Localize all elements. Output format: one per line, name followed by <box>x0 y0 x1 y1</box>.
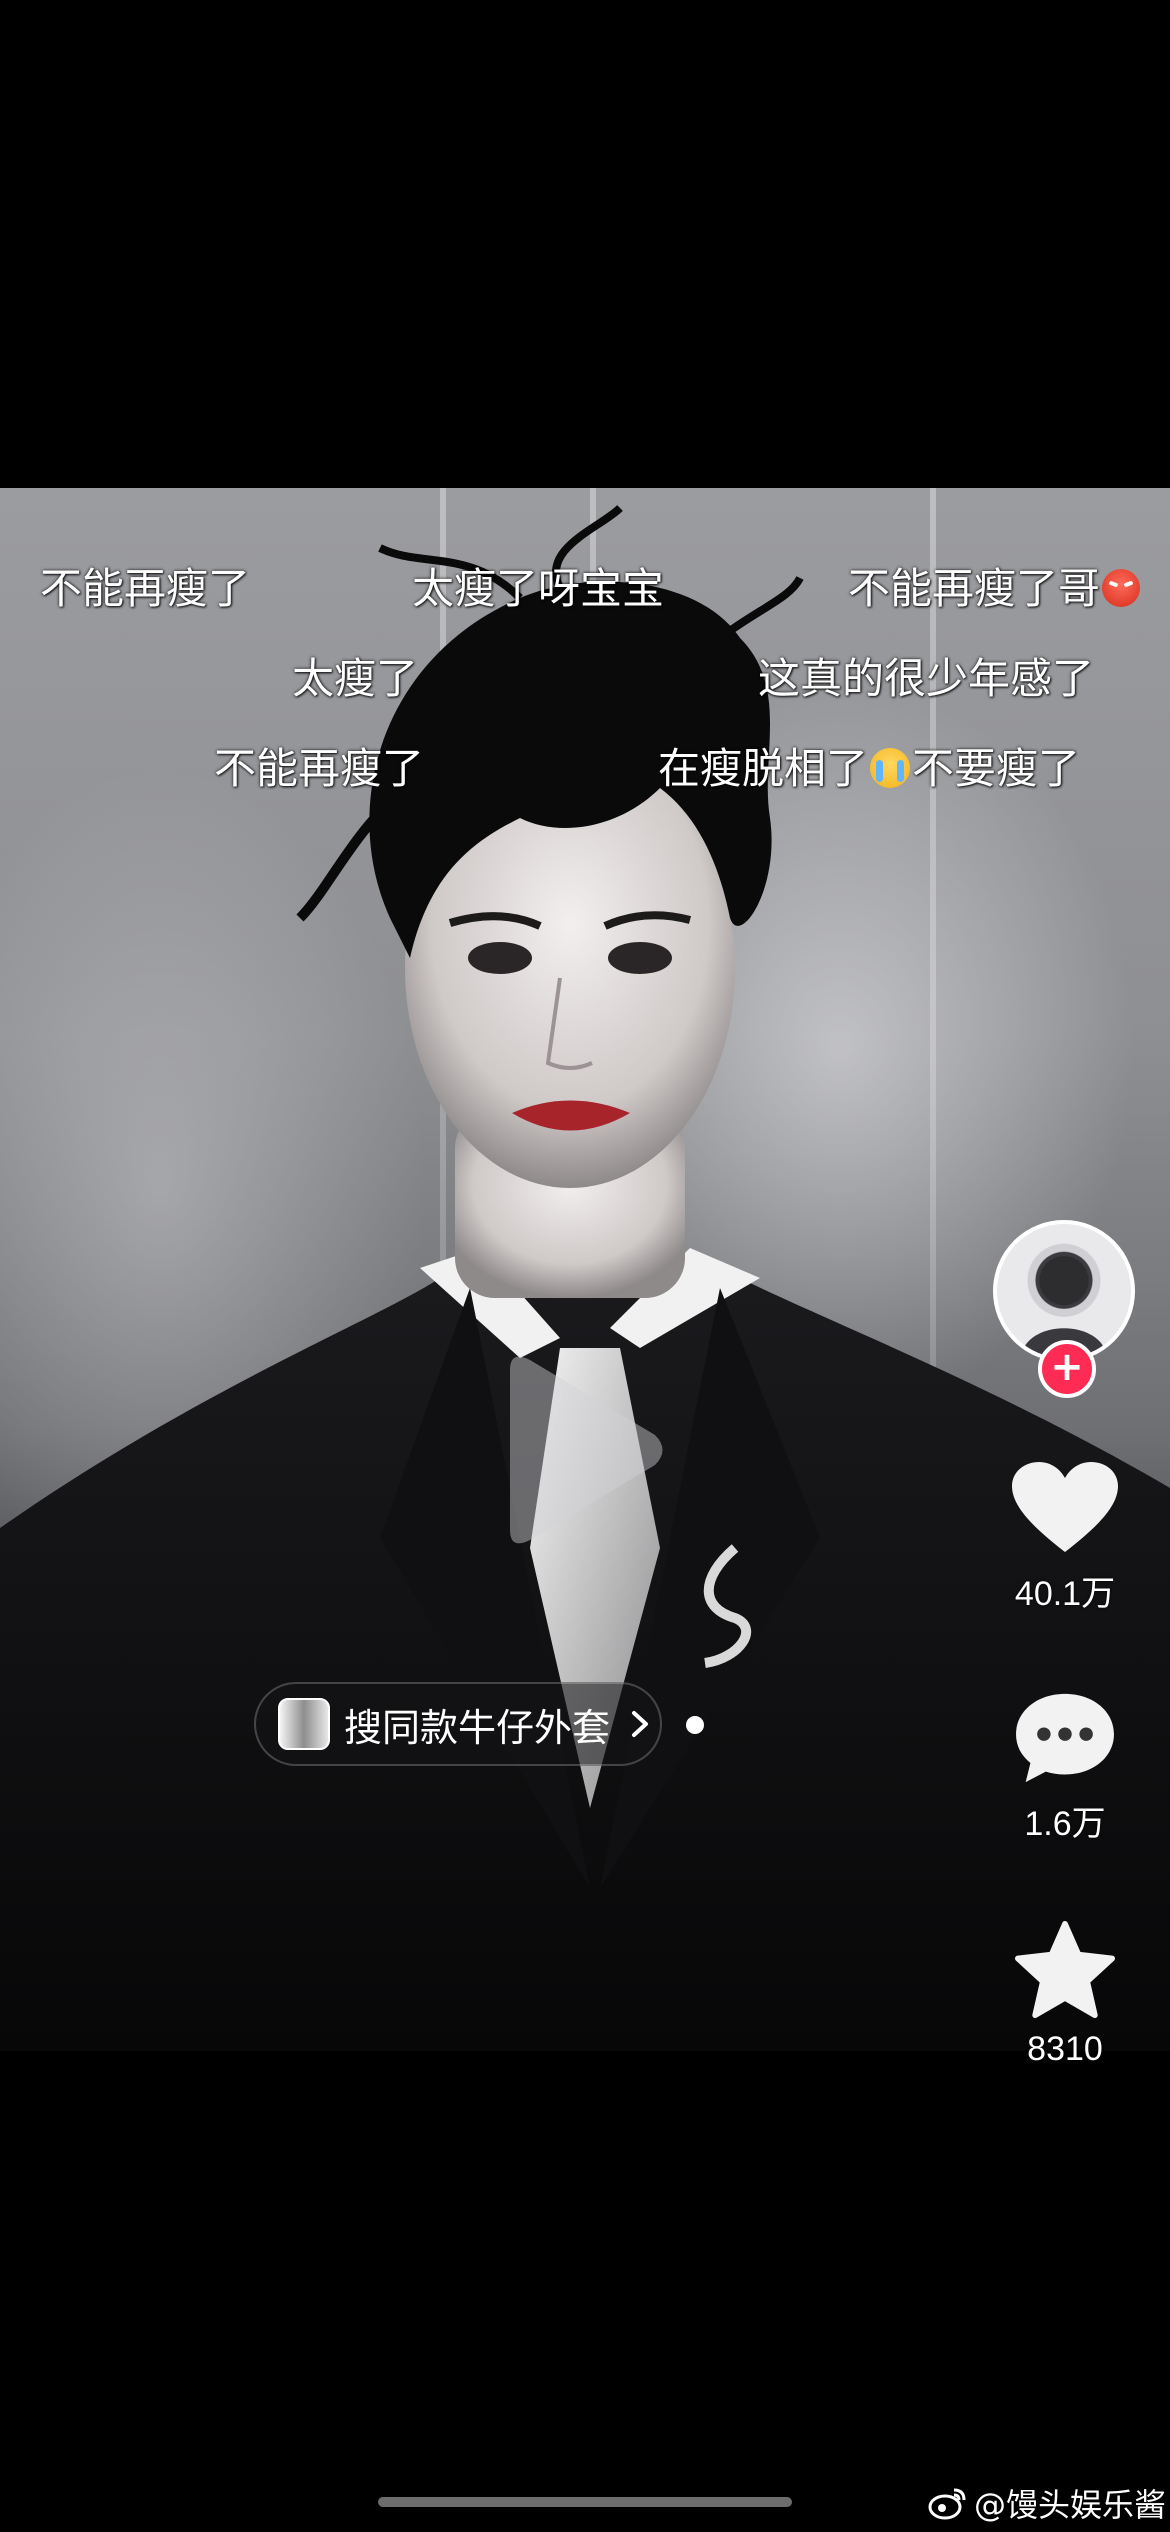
like-count: 40.1万 <box>1014 1575 1116 1613</box>
play-icon[interactable] <box>490 1350 670 1550</box>
danmaku-comment: 不能再瘦了 <box>40 564 251 613</box>
danmaku-comment: 太瘦了呀宝宝 <box>412 564 665 613</box>
danmaku-comment: 不能再瘦了 <box>214 744 425 793</box>
comment-icon <box>1016 1693 1114 1783</box>
watermark: @馒头娱乐酱 <box>928 2480 1166 2526</box>
shop-label: 搜同款牛仔外套 <box>344 1705 611 1750</box>
comment-count: 1.6万 <box>1024 1805 1106 1843</box>
danmaku-comment: 不能再瘦了哥 <box>848 568 1141 610</box>
shop-same-item-button[interactable]: 搜同款牛仔外套 <box>254 1682 662 1766</box>
home-indicator[interactable] <box>378 2497 792 2507</box>
favorite-button[interactable]: 8310 <box>985 1920 1145 2069</box>
watermark-text: @馒头娱乐酱 <box>974 2486 1167 2524</box>
danmaku-text: 不要瘦了 <box>912 744 1081 793</box>
chevron-right-icon <box>632 1711 649 1737</box>
danmaku-comment: 在瘦脱相了 不要瘦了 <box>658 748 1080 790</box>
weibo-icon <box>928 2488 966 2520</box>
product-thumbnail <box>278 1698 330 1750</box>
danmaku-text: 在瘦脱相了 <box>658 744 869 793</box>
star-icon <box>1015 1920 1116 2019</box>
angry-emoji-icon <box>1102 569 1141 607</box>
follow-button[interactable]: + <box>1038 1340 1096 1398</box>
page-indicator-dot <box>686 1716 704 1734</box>
favorite-count: 8310 <box>1027 2030 1103 2068</box>
danmaku-comment: 这真的很少年感了 <box>758 654 1095 703</box>
avatar-image <box>1020 1256 1108 1358</box>
comment-button[interactable]: 1.6万 <box>985 1690 1145 1845</box>
crying-emoji-icon <box>870 748 911 788</box>
heart-icon <box>1012 1462 1118 1552</box>
danmaku-comment: 太瘦了 <box>292 654 419 703</box>
screen: 不能再瘦了 太瘦了呀宝宝 不能再瘦了哥 太瘦了 这真的很少年感了 不能再瘦了 在… <box>0 0 1170 2532</box>
like-button[interactable]: 40.1万 <box>985 1460 1145 1615</box>
danmaku-text: 不能再瘦了哥 <box>848 564 1101 613</box>
